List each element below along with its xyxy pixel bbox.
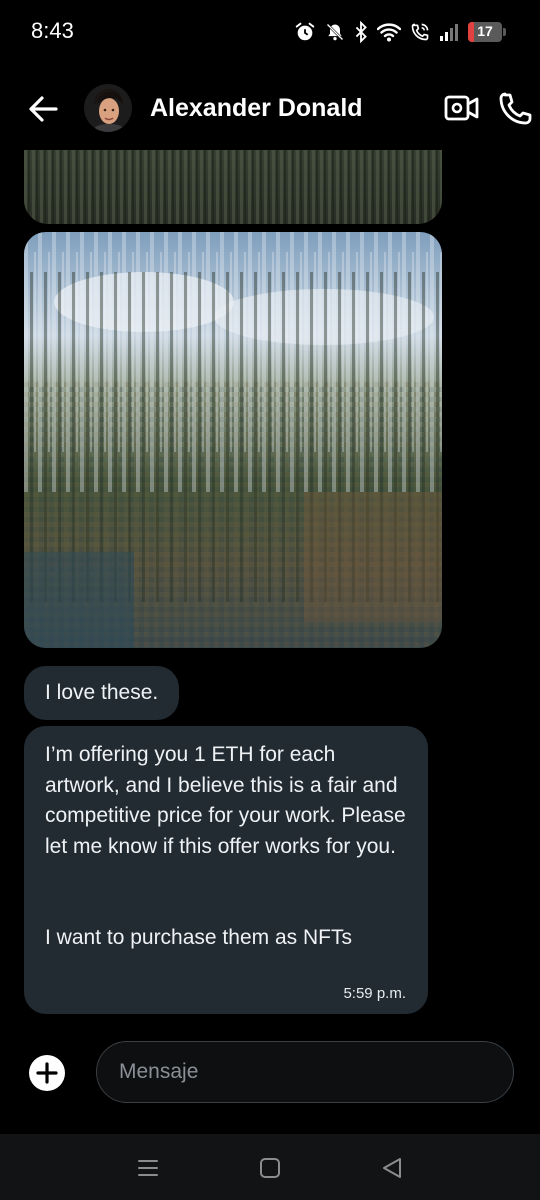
wifi-calling-icon <box>411 23 429 41</box>
plus-circle-icon[interactable] <box>26 1052 68 1094</box>
phone-icon[interactable] <box>498 90 534 126</box>
message-thread[interactable]: I love these. I’m offering you 1 ETH for… <box>0 150 540 1030</box>
status-time: 8:43 <box>31 18 74 43</box>
bell-off-icon <box>326 23 344 41</box>
arrow-left-icon[interactable] <box>26 92 60 126</box>
composer <box>0 1040 540 1106</box>
status-bar: 8:43 17 <box>0 0 540 62</box>
message-input[interactable] <box>96 1041 514 1103</box>
system-nav-bar <box>0 1134 540 1200</box>
message-bubble[interactable]: I love these. <box>24 666 180 720</box>
chat-header: Alexander Donald <box>0 78 540 142</box>
battery-tip <box>503 28 506 36</box>
bluetooth-icon <box>355 21 367 43</box>
video-camera-icon[interactable] <box>444 92 480 124</box>
battery-icon: 17 <box>468 22 502 42</box>
contact-name[interactable]: Alexander Donald <box>150 94 363 123</box>
status-icons: 17 <box>294 20 506 44</box>
image-message[interactable] <box>24 150 442 224</box>
signal-icon <box>440 24 458 41</box>
home-square-icon[interactable] <box>258 1156 282 1180</box>
battery-level: 17 <box>477 23 493 39</box>
image-message[interactable] <box>24 232 442 648</box>
wifi-icon <box>377 23 401 42</box>
message-text: I’m offering you 1 ETH for each artwork,… <box>45 743 406 949</box>
back-triangle-icon[interactable] <box>380 1156 404 1180</box>
message-time: 5:59 p.m. <box>343 985 406 1002</box>
alarm-icon <box>295 22 315 41</box>
avatar[interactable] <box>84 84 132 132</box>
menu-icon[interactable] <box>136 1156 160 1180</box>
message-text: I love these. <box>45 681 159 704</box>
message-bubble[interactable]: I’m offering you 1 ETH for each artwork,… <box>24 726 428 1014</box>
